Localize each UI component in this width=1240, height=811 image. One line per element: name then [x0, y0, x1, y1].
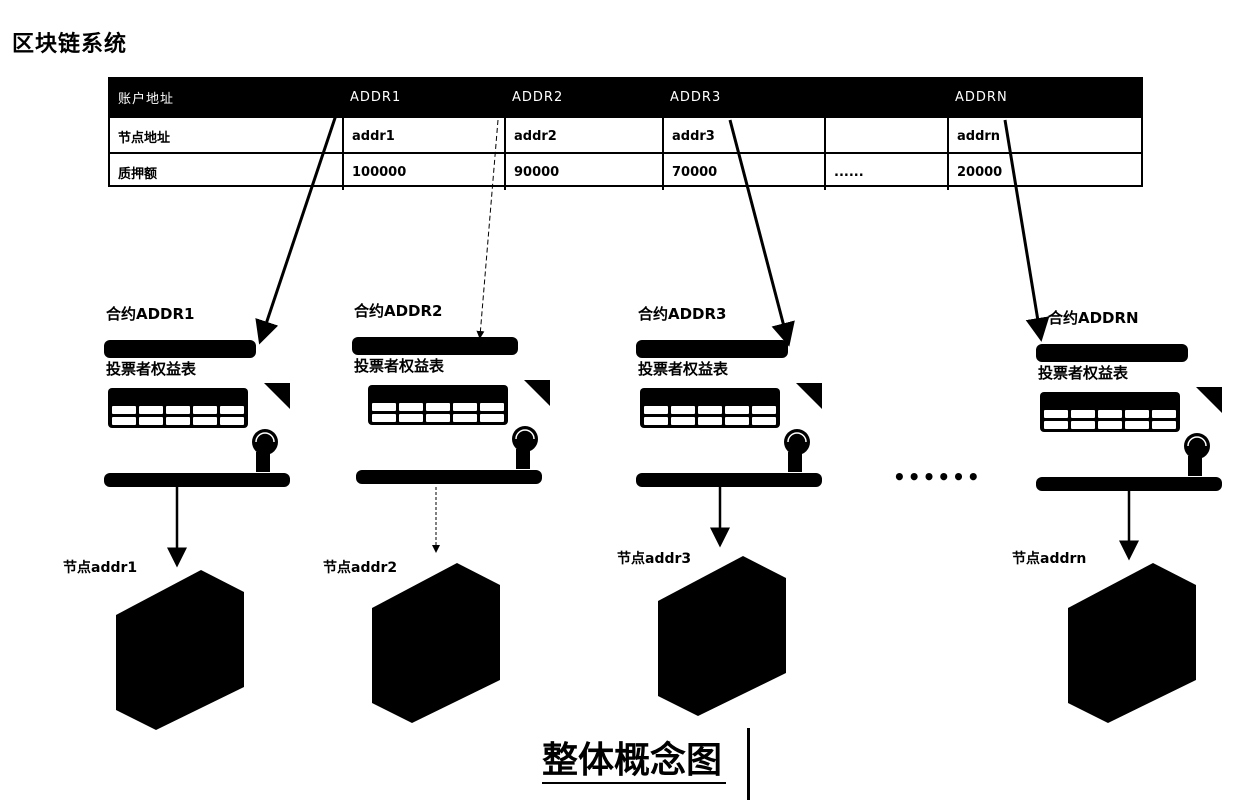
table-cell: addr1 [342, 118, 504, 154]
certificate-seal-icon [512, 426, 538, 469]
row-label: 质押额 [118, 166, 158, 182]
table-cell: 90000 [504, 154, 662, 190]
certificate-seal-icon [252, 429, 278, 472]
table-cell: addr3 [662, 118, 824, 154]
row-label: 节点地址 [118, 130, 171, 146]
figure-caption: 整体概念图 [542, 738, 727, 784]
contract-bottom-bar [1036, 477, 1222, 491]
contract-top-bar [1036, 344, 1188, 362]
certificate-seal-icon [784, 429, 810, 472]
contract-label: 合约ADDR1 [106, 305, 195, 323]
voter-table-icon [368, 385, 508, 425]
voter-table-title: 投票者权益表 [106, 360, 197, 378]
system-title: 区块链系统 [12, 32, 128, 57]
table-cell: addr2 [504, 118, 662, 154]
table-row: 节点地址 addr1 addr2 addr3 addrn [110, 116, 1141, 154]
ledger-header-cell: ADDR1 [350, 90, 402, 105]
ledger-header-cell: ADDRN [955, 90, 1008, 105]
server-node-icon [658, 556, 786, 716]
voter-table-title: 投票者权益表 [354, 357, 445, 375]
contract-label: 合约ADDR2 [354, 302, 443, 320]
table-cell: 20000 [947, 154, 1141, 190]
table-cell: 70000 [662, 154, 824, 190]
contract-label: 合约ADDRN [1048, 309, 1139, 327]
voter-table-title: 投票者权益表 [638, 360, 729, 378]
ledger-header-cell: ADDR2 [512, 90, 564, 105]
voter-table-title: 投票者权益表 [1038, 364, 1129, 382]
document-corner-icon [1196, 387, 1222, 413]
contract-bottom-bar [636, 473, 822, 487]
ledger-table: 账户地址 ADDR1 ADDR2 ADDR3 ADDRN 节点地址 addr1 … [108, 77, 1143, 190]
contract-top-bar [104, 340, 256, 358]
table-cell: ...... [824, 154, 947, 190]
contract-bottom-bar [356, 470, 542, 484]
contract-card-addr2: 合约ADDR2 投票者权益表 [352, 300, 552, 500]
contract-bottom-bar [104, 473, 290, 487]
document-corner-icon [524, 380, 550, 406]
server-node-icon [372, 563, 500, 723]
contract-label: 合约ADDR3 [638, 305, 727, 323]
server-node-icon [116, 570, 244, 730]
ledger-header-cell: 账户地址 [118, 92, 175, 107]
certificate-seal-icon [1184, 433, 1210, 476]
contract-card-addr1: 合约ADDR1 投票者权益表 [104, 303, 304, 503]
text-cursor [747, 728, 750, 800]
contract-card-addrn: 合约ADDRN 投票者权益表 [1036, 307, 1236, 507]
ledger-header-row: 账户地址 ADDR1 ADDR2 ADDR3 ADDRN [110, 79, 1141, 116]
ledger-header-cell [824, 79, 947, 116]
contract-top-bar [352, 337, 518, 355]
voter-table-icon [640, 388, 780, 428]
table-row: 质押额 100000 90000 70000 ...... 20000 [110, 152, 1141, 190]
table-cell [824, 118, 947, 154]
voter-table-icon [108, 388, 248, 428]
table-cell: addrn [947, 118, 1141, 154]
ledger-header-cell: ADDR3 [670, 90, 722, 105]
contract-top-bar [636, 340, 788, 358]
document-corner-icon [264, 383, 290, 409]
document-corner-icon [796, 383, 822, 409]
table-cell: 100000 [342, 154, 504, 190]
more-nodes-ellipsis: •••••• [893, 465, 982, 489]
contract-card-addr3: 合约ADDR3 投票者权益表 [636, 303, 836, 503]
server-node-icon [1068, 563, 1196, 723]
voter-table-icon [1040, 392, 1180, 432]
